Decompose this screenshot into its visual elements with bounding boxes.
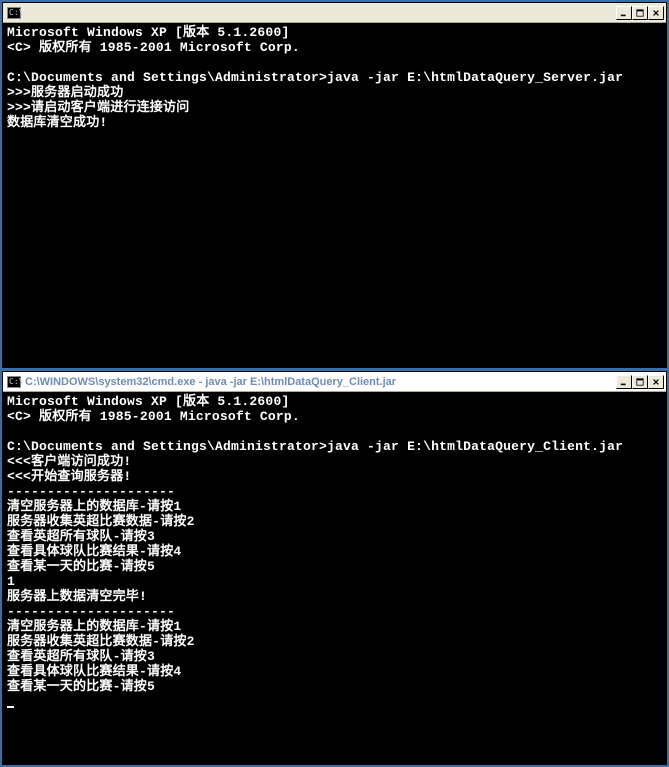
cursor xyxy=(7,706,14,708)
console-line: --------------------- xyxy=(7,484,175,499)
console-line: 查看具体球队比赛结果-请按4 xyxy=(7,664,181,679)
console-line: 1 xyxy=(7,574,15,589)
close-button[interactable] xyxy=(648,375,664,389)
minimize-button[interactable] xyxy=(616,375,632,389)
minimize-button[interactable] xyxy=(616,6,632,20)
cmd-icon: C:\ xyxy=(7,7,21,19)
console-line: <C> 版权所有 1985-2001 Microsoft Corp. xyxy=(7,409,300,424)
console-line: C:\Documents and Settings\Administrator>… xyxy=(7,70,623,85)
title-left: C:\ C:\WINDOWS\system32\cmd.exe - java -… xyxy=(5,376,396,388)
console-line: C:\Documents and Settings\Administrator>… xyxy=(7,439,623,454)
console-line: >>>服务器启动成功 xyxy=(7,85,123,100)
cmd-icon: C:\ xyxy=(7,376,21,388)
window-title: C:\WINDOWS\system32\cmd.exe - java -jar … xyxy=(25,376,396,388)
console-line: --------------------- xyxy=(7,604,175,619)
console-line: 服务器收集英超比赛数据-请按2 xyxy=(7,634,195,649)
console-line: <<<开始查询服务器! xyxy=(7,469,131,484)
cmd-window-client: C:\ C:\WINDOWS\system32\cmd.exe - java -… xyxy=(2,371,667,765)
cmd-window-server: C:\ Microsoft Windows XP [版本 5.1.2600] <… xyxy=(2,2,667,368)
console-line: 服务器上数据清空完毕! xyxy=(7,589,147,604)
window-controls xyxy=(616,6,664,20)
console-line: 查看具体球队比赛结果-请按4 xyxy=(7,544,181,559)
console-line: 查看英超所有球队-请按3 xyxy=(7,649,155,664)
maximize-button[interactable] xyxy=(632,6,648,20)
console-output-client[interactable]: Microsoft Windows XP [版本 5.1.2600] <C> 版… xyxy=(3,392,666,764)
console-line: <<<客户端访问成功! xyxy=(7,454,131,469)
console-line: 查看某一天的比赛-请按5 xyxy=(7,559,155,574)
console-line: 查看某一天的比赛-请按5 xyxy=(7,679,155,694)
console-line: Microsoft Windows XP [版本 5.1.2600] xyxy=(7,25,289,40)
console-line: 数据库清空成功! xyxy=(7,115,107,130)
console-line: 查看英超所有球队-请按3 xyxy=(7,529,155,544)
maximize-button[interactable] xyxy=(632,375,648,389)
title-left: C:\ xyxy=(5,7,25,19)
console-line: 服务器收集英超比赛数据-请按2 xyxy=(7,514,195,529)
window-controls xyxy=(616,375,664,389)
titlebar-server[interactable]: C:\ xyxy=(3,3,666,23)
console-line: >>>请启动客户端进行连接访问 xyxy=(7,100,189,115)
console-line: 清空服务器上的数据库-请按1 xyxy=(7,499,181,514)
console-line: 清空服务器上的数据库-请按1 xyxy=(7,619,181,634)
console-output-server[interactable]: Microsoft Windows XP [版本 5.1.2600] <C> 版… xyxy=(3,23,666,367)
console-line: Microsoft Windows XP [版本 5.1.2600] xyxy=(7,394,289,409)
close-button[interactable] xyxy=(648,6,664,20)
titlebar-client[interactable]: C:\ C:\WINDOWS\system32\cmd.exe - java -… xyxy=(3,372,666,392)
console-line: <C> 版权所有 1985-2001 Microsoft Corp. xyxy=(7,40,300,55)
